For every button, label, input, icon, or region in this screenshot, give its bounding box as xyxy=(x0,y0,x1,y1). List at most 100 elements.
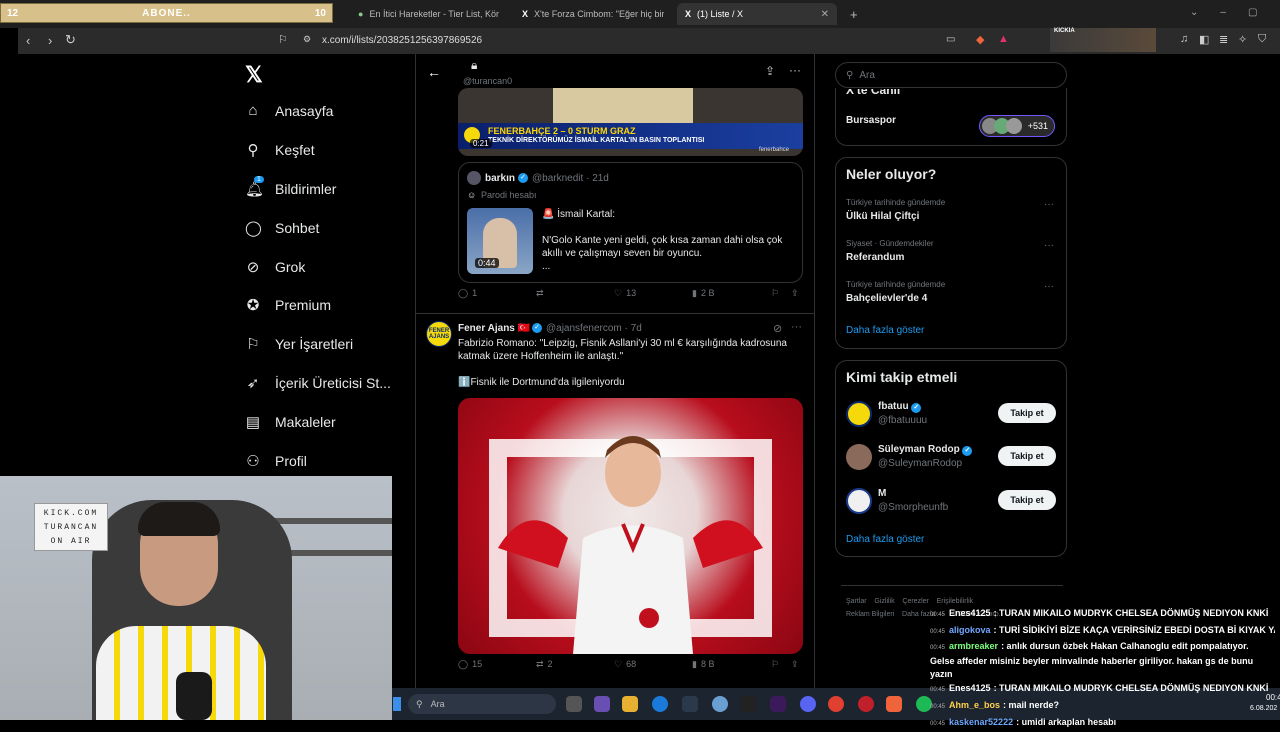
nav-creator-studio[interactable]: ➶ İçerik Üreticisi St... xyxy=(245,374,391,392)
maximize-icon[interactable]: ▢ xyxy=(1248,7,1257,18)
reading-list-icon[interactable]: ≣ xyxy=(1219,33,1228,46)
nav-profile[interactable]: ⚇ Profil xyxy=(245,452,307,470)
trend-name[interactable]: Referandum xyxy=(846,252,904,263)
tab-title: X'te Forza Cimbom: "Eğer hiç birinde xyxy=(534,9,665,19)
live-listeners-badge[interactable]: +531 xyxy=(979,115,1055,137)
chrome-icon[interactable] xyxy=(828,696,844,712)
discord-icon[interactable] xyxy=(800,696,816,712)
windows-start-icon[interactable] xyxy=(393,697,401,711)
extensions-icon[interactable]: ✧ xyxy=(1238,33,1247,46)
tweet-author-name[interactable]: Fener Ajans 🇹🇷 xyxy=(458,323,530,334)
tab-search-icon[interactable]: ⌄ xyxy=(1190,7,1198,18)
reload-icon[interactable]: ↻ xyxy=(65,32,76,48)
footer-row[interactable]: Şartlar Gizlilik Çerezler Erişilebilirli… xyxy=(846,598,1001,605)
search-input[interactable]: ⚲ Ara xyxy=(835,62,1067,88)
tweet-video[interactable]: FENERBAHÇE 2 – 0 STURM GRAZ TEKNİK DİREK… xyxy=(458,88,803,156)
browser-tab-active[interactable]: X (1) Liste / X ✕ xyxy=(677,3,837,25)
share-button[interactable]: ⇪ xyxy=(791,659,799,670)
x-logo-icon: X xyxy=(685,9,692,19)
quote-video-thumbnail[interactable]: 0:44 xyxy=(467,208,533,274)
music-icon[interactable]: ♫ xyxy=(1180,33,1188,45)
taskbar-search[interactable]: ⚲ Ara xyxy=(408,694,556,714)
avatar[interactable]: FENER AJANS xyxy=(426,321,452,347)
nav-notifications[interactable]: 🔔︎ 1 Bildirimler xyxy=(245,176,336,198)
views-button[interactable]: ▮ 2 B xyxy=(692,288,714,299)
follow-suggestion[interactable]: Süleyman Rodop ✓ @SuleymanRodop Takip et xyxy=(846,444,1058,476)
forward-icon[interactable]: › xyxy=(48,33,52,48)
like-button[interactable]: ♡ 13 xyxy=(614,288,636,299)
minimize-icon[interactable]: – xyxy=(1220,7,1226,18)
more-icon[interactable]: ··· xyxy=(791,321,802,333)
views-button[interactable]: ▮ 8 B xyxy=(692,659,714,670)
bookmark-button[interactable]: ⚐ xyxy=(771,659,779,670)
taskbar-search-label: Ara xyxy=(430,699,445,709)
edge-icon[interactable] xyxy=(652,696,668,712)
trends-show-more-link[interactable]: Daha fazla göster xyxy=(846,325,924,336)
nav-articles[interactable]: ▤ Makaleler xyxy=(245,413,336,431)
live-item-name[interactable]: Bursaspor xyxy=(846,115,896,126)
more-icon[interactable]: ··· xyxy=(1044,281,1054,292)
back-icon[interactable]: ‹ xyxy=(26,33,30,48)
bookmark-button[interactable]: ⚐ xyxy=(771,288,779,299)
retweet-button[interactable]: ⇄ 2 xyxy=(536,659,553,670)
site-info-icon[interactable]: ⚙ xyxy=(303,34,311,45)
bookmark-page-icon[interactable]: ⚐ xyxy=(278,33,288,46)
follow-show-more-link[interactable]: Daha fazla göster xyxy=(846,534,924,545)
share-button[interactable]: ⇪ xyxy=(791,288,799,299)
grok-icon[interactable]: ⊘ xyxy=(773,322,782,335)
new-tab-icon[interactable]: + xyxy=(842,3,862,25)
more-icon[interactable]: ··· xyxy=(1044,199,1054,210)
app-icon[interactable] xyxy=(712,696,728,712)
retweet-button[interactable]: ⇄ xyxy=(536,288,548,299)
brave-shield-icon[interactable]: ◆ xyxy=(976,33,984,46)
nav-grok[interactable]: ⊘ Grok xyxy=(245,258,306,276)
cast-icon[interactable]: ▭ xyxy=(946,34,955,45)
close-tab-icon[interactable]: ✕ xyxy=(821,9,829,20)
brave-icon[interactable] xyxy=(886,696,902,712)
tweet-image[interactable] xyxy=(458,398,803,654)
url-field[interactable]: x.com/i/lists/2038251256397869526 xyxy=(322,35,482,46)
follow-button[interactable]: Takip et xyxy=(998,490,1056,510)
nav-explore[interactable]: ⚲ Keşfet xyxy=(245,141,315,159)
more-icon[interactable]: ··· xyxy=(1044,240,1054,251)
terminal-icon[interactable] xyxy=(682,696,698,712)
follow-suggestion[interactable]: fbatuu ✓ @fbatuuuu Takip et xyxy=(846,401,1058,433)
like-button[interactable]: ♡ 68 xyxy=(614,659,636,670)
reply-button[interactable]: ◯ 15 xyxy=(458,659,482,670)
trend-name[interactable]: Bahçelievler'de 4 xyxy=(846,293,927,304)
browser-tab[interactable]: X X'te Forza Cimbom: "Eğer hiç birinde xyxy=(514,3,674,25)
goal-title: ABONE.. xyxy=(142,7,191,19)
browser-tab[interactable]: ● En İtici Hareketler - Tier List, Kör S… xyxy=(350,3,510,25)
premiere-icon[interactable] xyxy=(770,696,786,712)
nav-bookmarks[interactable]: ⚐ Yer İşaretleri xyxy=(245,335,353,353)
share-icon[interactable]: ⇪ xyxy=(765,64,775,78)
vpn-icon[interactable]: ⛉ xyxy=(1258,33,1266,46)
opera-icon[interactable] xyxy=(858,696,874,712)
follow-suggestion[interactable]: M @Smorpheunfb Takip et xyxy=(846,488,1058,520)
follow-button[interactable]: Takip et xyxy=(998,403,1056,423)
list-owner-handle[interactable]: @turancan0 xyxy=(463,76,512,86)
premium-icon: ✪ xyxy=(246,297,260,314)
nav-chat[interactable]: ◯ Sohbet xyxy=(245,219,319,237)
goal-target: 10 xyxy=(314,7,326,19)
bookmark-icon: ⚐ xyxy=(246,336,260,353)
verified-badge-icon: ✓ xyxy=(962,446,973,456)
nav-premium[interactable]: ✪ Premium xyxy=(245,296,331,314)
nav-home[interactable]: ⌂ Anasayfa xyxy=(245,102,333,119)
trend-name[interactable]: Ülkü Hilal Çiftçi xyxy=(846,211,919,222)
sidebar-icon[interactable]: ◧ xyxy=(1199,33,1209,46)
reply-button[interactable]: ◯ 1 xyxy=(458,288,477,299)
video-source: fenerbahce xyxy=(758,147,789,153)
quote-text-title: 🚨 İsmail Kartal: xyxy=(542,209,616,220)
task-view-icon[interactable] xyxy=(566,696,582,712)
back-arrow-icon[interactable]: ← xyxy=(427,64,441,80)
app-icon[interactable] xyxy=(594,696,610,712)
more-icon[interactable]: ··· xyxy=(789,63,801,77)
suggestion-handle: @SuleymanRodop xyxy=(878,458,963,469)
rewards-icon[interactable]: ▲ xyxy=(998,33,1009,45)
search-placeholder: Ara xyxy=(859,69,875,81)
x-logo-icon[interactable]: 𝕏 xyxy=(245,62,263,88)
file-explorer-icon[interactable] xyxy=(622,696,638,712)
app-icon[interactable] xyxy=(740,696,756,712)
follow-button[interactable]: Takip et xyxy=(998,446,1056,466)
